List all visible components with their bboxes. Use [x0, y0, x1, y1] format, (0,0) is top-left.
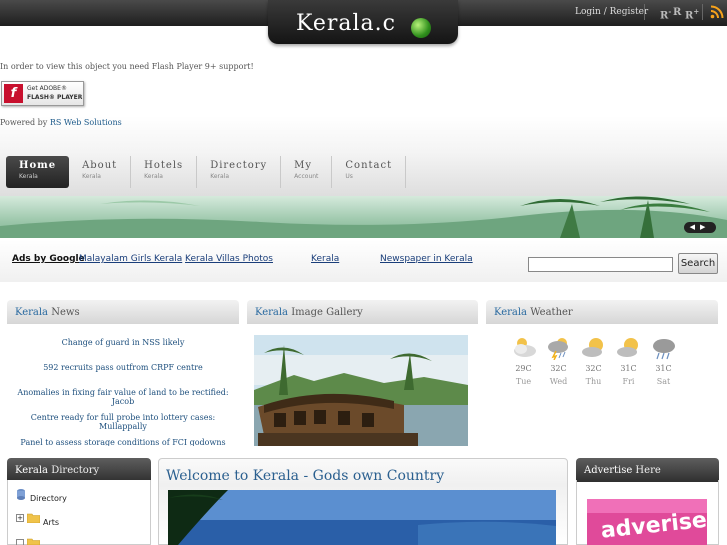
flash-logo-icon: f	[4, 84, 23, 103]
weather-day: 31C Sat	[646, 336, 681, 386]
nav-directory[interactable]: Directory Kerala	[197, 156, 282, 188]
ad-link[interactable]: Newspaper in Kerala	[380, 254, 473, 264]
nav-hotels[interactable]: Hotels Kerala	[131, 156, 198, 188]
ads-by-google[interactable]: Ads by Google	[12, 254, 85, 264]
news-item[interactable]: Change of guard in NSS likely	[7, 338, 239, 363]
search-input[interactable]	[528, 257, 673, 272]
ad-link[interactable]: Kerala	[311, 254, 339, 264]
weather-day: 29C Tue	[506, 336, 541, 386]
welcome-image	[168, 490, 556, 545]
folder-icon	[27, 538, 40, 545]
powered-by: Powered by RS Web Solutions	[0, 118, 122, 127]
news-item[interactable]: Centre ready for full probe into lottery…	[7, 413, 239, 438]
folder-icon	[27, 513, 40, 523]
font-increase-button[interactable]: R+	[685, 7, 699, 21]
directory-root[interactable]: Directory	[30, 494, 67, 503]
banner-image	[0, 196, 727, 238]
advertise-panel-header: Advertise Here	[576, 458, 719, 482]
site-logo[interactable]: Kerala.c	[296, 11, 396, 36]
welcome-title: Welcome to Kerala - Gods own Country	[166, 468, 445, 484]
banner-slider-controls[interactable]: ◀▶	[684, 222, 716, 233]
storm-icon	[547, 338, 568, 361]
next-arrow-icon[interactable]: ▶	[700, 223, 710, 231]
partly-cloudy-icon	[616, 338, 638, 357]
weather-panel-header: Kerala Weather	[486, 300, 718, 324]
divider	[702, 4, 703, 20]
news-list: Change of guard in NSS likely 592 recrui…	[7, 338, 239, 446]
divider	[644, 4, 645, 20]
news-item[interactable]: 592 recruits pass outfrom CRPF centre	[7, 363, 239, 388]
advertise-image[interactable]: adverise	[587, 499, 707, 545]
weather-forecast: 29C Tue 32C Wed 32C Thu 31C Fri 31C Sat	[506, 336, 681, 386]
directory-panel-header: Kerala Directory	[7, 458, 151, 482]
expand-icon[interactable]: +	[16, 514, 24, 522]
gallery-image[interactable]	[254, 335, 468, 446]
search-button[interactable]: Search	[678, 253, 718, 274]
news-item[interactable]: Panel to assess storage conditions of FC…	[7, 438, 239, 446]
nav-home[interactable]: Home Kerala	[6, 156, 70, 188]
flash-button-line2: FLASH® PLAYER	[27, 94, 83, 101]
cloudy-sun-icon	[513, 338, 536, 357]
login-register-link[interactable]: Login / Register	[575, 7, 648, 17]
news-item[interactable]: Anomalies in fixing fair value of land t…	[7, 388, 239, 413]
directory-item[interactable]: Arts	[43, 518, 59, 527]
partly-cloudy-icon	[581, 338, 603, 357]
nav-about[interactable]: About Kerala	[69, 156, 132, 188]
rss-icon[interactable]	[710, 5, 724, 19]
storm-icon	[652, 339, 675, 360]
powered-by-link[interactable]: RS Web Solutions	[50, 118, 122, 127]
weather-day: 32C Wed	[541, 336, 576, 386]
ad-link[interactable]: Malayalam Girls Kerala	[79, 254, 182, 264]
ad-link[interactable]: Kerala Villas Photos	[185, 254, 273, 264]
font-reset-button[interactable]: R	[673, 7, 681, 18]
nav-my-account[interactable]: My Account	[281, 156, 333, 188]
gallery-panel-header: Kerala Image Gallery	[247, 300, 478, 324]
font-decrease-button[interactable]: R-	[660, 7, 671, 21]
expand-icon[interactable]	[16, 539, 24, 545]
prev-arrow-icon[interactable]: ◀	[690, 223, 700, 231]
flash-message: In order to view this object you need Fl…	[0, 62, 254, 71]
get-flash-player-button[interactable]: f Get ADOBE® FLASH® PLAYER	[1, 81, 84, 106]
globe-icon	[411, 18, 431, 38]
flash-button-line1: Get ADOBE®	[27, 85, 67, 92]
nav-contact[interactable]: Contact Us	[332, 156, 407, 188]
weather-day: 31C Fri	[611, 336, 646, 386]
main-nav: Home Kerala About Kerala Hotels Kerala D…	[6, 156, 407, 188]
news-panel-header: Kerala News	[7, 300, 239, 324]
computer-icon	[17, 489, 25, 500]
weather-day: 32C Thu	[576, 336, 611, 386]
